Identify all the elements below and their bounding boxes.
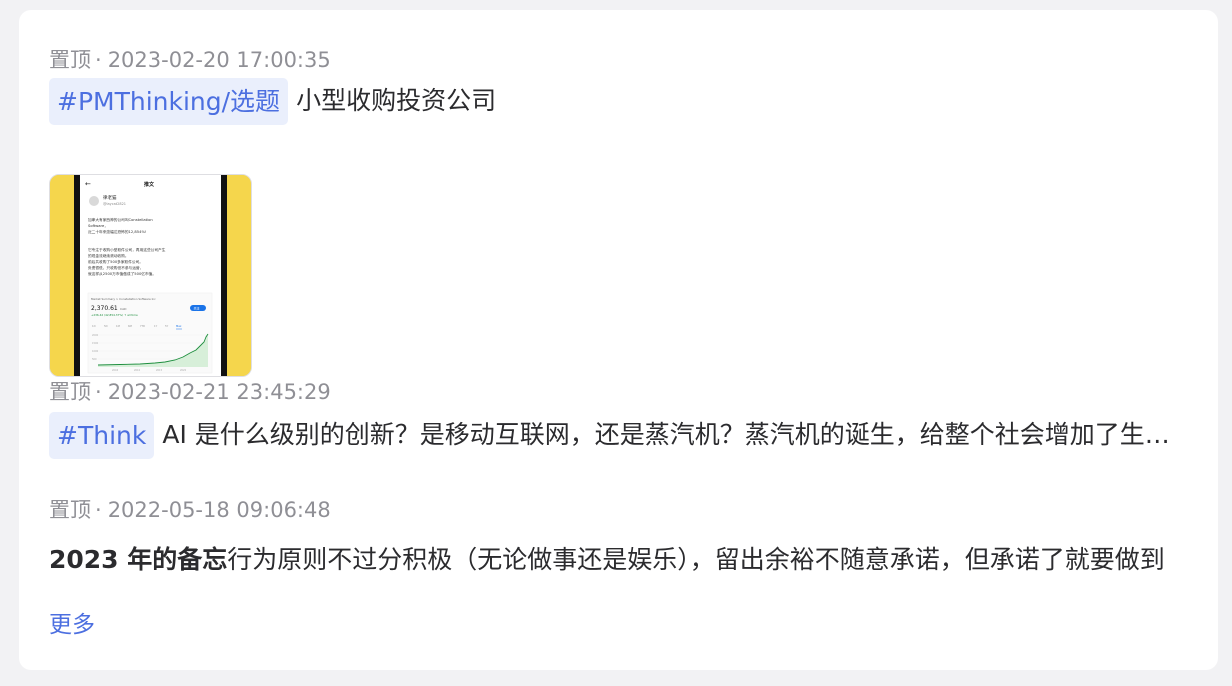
stock-follow-button: 关注: [194, 305, 200, 310]
svg-text:←: ←: [85, 180, 91, 188]
tweet-line: 近二十年来涨幅达恐怖的12,854%!: [88, 229, 146, 234]
tweet-header-title: 推文: [144, 181, 155, 188]
svg-text:2020: 2020: [180, 369, 187, 372]
memo-item[interactable]: 置顶 · 2022-05-18 09:06:48 2023 年的备忘行为原则不过分积…: [49, 495, 1188, 585]
svg-text:2004: 2004: [112, 369, 119, 372]
svg-text:5Y: 5Y: [165, 324, 169, 328]
memo-text: 行为原则不过分积极（无论做事还是娱乐），留出余裕不随意承诺，但承诺了就要做到: [227, 545, 1165, 574]
svg-text:Max: Max: [176, 324, 182, 328]
memo-meta: 置顶 · 2023-02-20 17:00:35: [49, 45, 1188, 75]
tag-think[interactable]: #Think: [49, 412, 155, 459]
stock-change: +236.42 (42,854.37%) ↑ all time: [91, 313, 138, 317]
tweet-line: 前后共收购了500多家软件公司。: [88, 259, 143, 264]
svg-text:1500: 1500: [92, 342, 99, 345]
tweet-screenshot-image: ← 推文 律老猫 @laycat2821 加拿大有家西神的公司叫Constell…: [50, 175, 251, 376]
tweet-handle: @laycat2821: [103, 202, 126, 206]
svg-text:1000: 1000: [92, 350, 99, 353]
svg-text:1Y: 1Y: [154, 324, 158, 328]
memo-card: 置顶 · 2023-02-20 17:00:35 #PMThinking/选题 小型收…: [19, 10, 1218, 670]
tweet-line: 就这样从2500万市值做成了500亿市值。: [88, 271, 156, 276]
stock-caption: Market Summary > Constellation Software …: [91, 297, 156, 301]
more-link[interactable]: 更多: [49, 608, 95, 642]
svg-text:YTD: YTD: [140, 324, 145, 328]
meta-separator: ·: [95, 498, 102, 522]
memo-content: 2023 年的备忘行为原则不过分积极（无论做事还是娱乐），留出余裕不随意承诺，但…: [49, 537, 1188, 585]
pinned-label: 置顶: [49, 498, 91, 522]
memo-item[interactable]: 置顶 · 2023-02-21 23:45:29 #Think AI 是什么级别的创新…: [49, 377, 1188, 460]
memo-image-thumbnail[interactable]: ← 推文 律老猫 @laycat2821 加拿大有家西神的公司叫Constell…: [49, 174, 252, 377]
meta-separator: ·: [95, 380, 102, 404]
tweet-line: 它专注于收购小型软件公司，再用这些公司产生: [88, 247, 166, 252]
memo-bold-title: 2023 年的备忘: [49, 545, 228, 574]
svg-text:1M: 1M: [116, 324, 120, 328]
tweet-author: 律老猫: [103, 194, 117, 201]
svg-text:500: 500: [92, 358, 97, 361]
pinned-label: 置顶: [49, 48, 91, 72]
memo-meta: 置顶 · 2023-02-21 23:45:29: [49, 377, 1188, 407]
stock-price: 2,370.61: [91, 305, 118, 312]
tweet-line: Software，: [88, 224, 108, 228]
tweet-line: 加拿大有家西神的公司叫Constellation: [88, 217, 153, 222]
stock-currency: CAD: [120, 307, 127, 311]
svg-text:6M: 6M: [128, 324, 132, 328]
memo-timestamp: 2023-02-21 23:45:29: [107, 380, 331, 404]
svg-text:2015: 2015: [156, 369, 163, 372]
tweet-line: 负债很低，只收购但不参与运营，: [88, 265, 143, 270]
memo-timestamp: 2022-05-18 09:06:48: [107, 498, 331, 522]
pinned-label: 置顶: [49, 380, 91, 404]
svg-text:2000: 2000: [92, 334, 99, 337]
meta-separator: ·: [95, 48, 102, 72]
tag-pmthinking[interactable]: #PMThinking/选题: [49, 78, 289, 125]
memo-meta: 置顶 · 2022-05-18 09:06:48: [49, 495, 1188, 525]
svg-text:5D: 5D: [104, 324, 108, 328]
tweet-line: 的现金流继续滚动收购。: [88, 253, 129, 258]
memo-text: 小型收购投资公司: [296, 86, 497, 115]
memo-content: #Think AI 是什么级别的创新？是移动互联网，还是蒸汽机？蒸汽机的诞生，给整…: [49, 412, 1188, 460]
memo-item[interactable]: 置顶 · 2023-02-20 17:00:35 #PMThinking/选题 小型收…: [49, 45, 1188, 377]
memo-text: AI 是什么级别的创新？是移动互联网，还是蒸汽机？蒸汽机的诞生，给整个社会增加了…: [162, 420, 1188, 449]
svg-text:2010: 2010: [134, 369, 141, 372]
svg-text:1D: 1D: [92, 324, 96, 328]
memo-timestamp: 2023-02-20 17:00:35: [107, 48, 331, 72]
memo-content: #PMThinking/选题 小型收购投资公司: [49, 78, 1188, 126]
